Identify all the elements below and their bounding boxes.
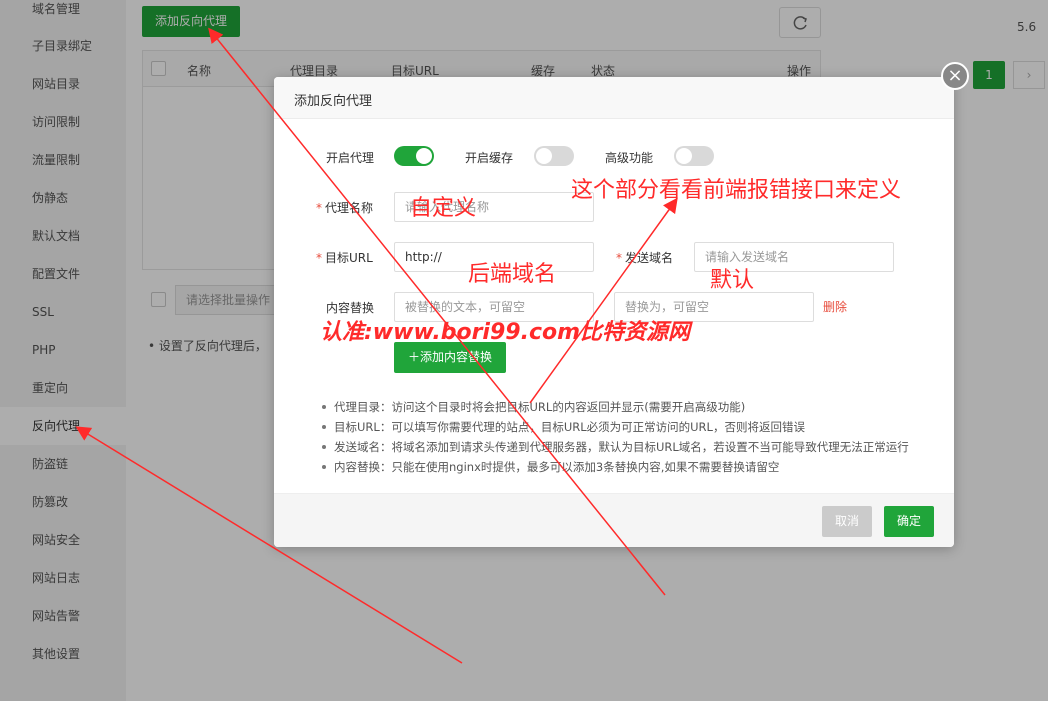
arrow-to-advanced	[529, 197, 678, 404]
annotation-custom: 自定义	[410, 196, 477, 221]
annotation-note: 这个部分看看前端报错接口来定义	[571, 178, 902, 203]
annotation-arrows	[75, 27, 678, 664]
arrow-to-sidebar	[75, 426, 463, 664]
arrow-to-add-button	[208, 27, 666, 596]
annotation-backend-domain: 后端域名	[468, 262, 557, 287]
watermark-text: 认准:www.bori99.com比特资源网	[320, 320, 691, 345]
annotation-default: 默认	[710, 268, 755, 293]
